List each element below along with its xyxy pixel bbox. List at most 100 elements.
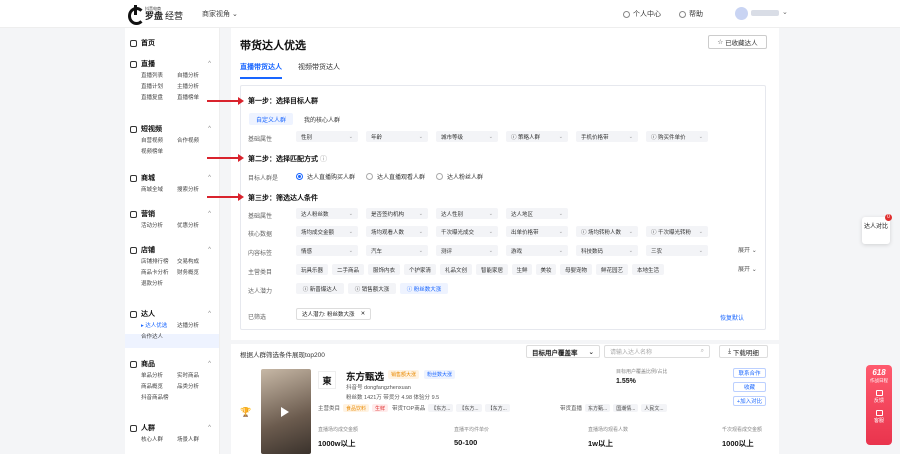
sidebar-item[interactable]: 财务概览 xyxy=(177,269,221,277)
avatar[interactable] xyxy=(735,7,748,20)
sidebar-group-home[interactable]: 首页 xyxy=(125,37,220,49)
sidebar-item[interactable]: 场景人群 xyxy=(177,436,221,444)
tab-live-talent[interactable]: 直播带货达人 xyxy=(240,62,282,79)
category-tag[interactable]: 礼品文创 xyxy=(440,264,472,275)
sidebar-item[interactable]: 实时商品 xyxy=(177,372,221,380)
favorites-button[interactable]: ☆ 已收藏达人 xyxy=(708,35,767,49)
sidebar-item[interactable]: 直播列表 xyxy=(141,72,177,80)
sidebar-item[interactable]: 自播分析 xyxy=(177,72,221,80)
sort-select[interactable]: 目标用户覆盖率 ⌄ xyxy=(526,345,600,358)
subtab-core-crowd[interactable]: 我的核心人群 xyxy=(297,113,347,125)
view-selector[interactable]: 商家视角 ⌄ xyxy=(202,9,238,19)
filter-select[interactable]: 出单价格带 ⌄ xyxy=(506,226,568,237)
sidebar-group-header[interactable]: 店铺 ^ xyxy=(125,244,220,256)
category-tag[interactable]: 玩具乐器 xyxy=(296,264,328,275)
category-tag[interactable]: 二手商品 xyxy=(332,264,364,275)
filter-select[interactable]: 场均成交金额 ⌄ xyxy=(296,226,358,237)
category-tag[interactable]: 智能家居 xyxy=(476,264,508,275)
contact-button[interactable]: 联系合作 xyxy=(733,368,766,378)
reset-button[interactable]: 恢复默认 xyxy=(720,313,744,322)
tab-video-talent[interactable]: 视频带货达人 xyxy=(298,62,340,79)
sidebar-group-header[interactable]: 商品 ^ xyxy=(125,358,220,370)
expand-toggle[interactable]: 展开 ⌄ xyxy=(738,245,757,254)
sidebar-item[interactable]: 优惠分析 xyxy=(177,222,221,230)
filter-select[interactable]: 年龄 ⌄ xyxy=(366,131,428,142)
sidebar-item[interactable]: 直播复盘 xyxy=(141,94,177,102)
sidebar-item[interactable]: 品类分析 xyxy=(177,383,221,391)
potential-tag[interactable]: ⓘ 新晋爆达人 xyxy=(296,283,344,294)
sidebar-item[interactable]: 核心人群 xyxy=(141,436,177,444)
category-tag[interactable]: 生鲜 xyxy=(512,264,532,275)
live-tag[interactable]: 人民文... xyxy=(641,404,667,412)
sidebar-item[interactable]: 达播分析 xyxy=(177,322,221,330)
personal-center-link[interactable]: 个人中心 xyxy=(623,9,661,19)
radio-watch-crowd[interactable]: 达人直播观看人群 xyxy=(366,172,425,181)
sidebar-group-header[interactable]: 商城 ^ xyxy=(125,172,220,184)
filter-select[interactable]: ⓘ 购买件单价 ⌄ xyxy=(646,131,708,142)
sidebar-item[interactable]: 商城全域 xyxy=(141,186,177,194)
live-tag[interactable]: 东方甄... xyxy=(585,404,611,412)
sidebar-item[interactable]: 商品概览 xyxy=(141,383,177,391)
top-product[interactable]: 【东方... xyxy=(428,404,454,412)
sidebar-group-header[interactable]: 达人 ^ xyxy=(125,308,220,320)
talent-name[interactable]: 东方甄选 xyxy=(346,369,384,383)
sidebar-group-header[interactable]: 营销 ^ xyxy=(125,208,220,220)
filter-select[interactable]: 游戏 ⌄ xyxy=(506,245,568,256)
filter-select[interactable]: 达人地区 ⌄ xyxy=(506,208,568,219)
filter-select[interactable]: 城市等级 ⌄ xyxy=(436,131,498,142)
help-link[interactable]: 帮助 xyxy=(679,9,703,19)
sidebar-item[interactable]: 搜索分析 xyxy=(177,186,221,194)
sidebar-group-header[interactable]: 人群 ^ xyxy=(125,422,220,434)
sidebar-item[interactable]: 抖音商品榜 xyxy=(141,394,177,402)
sidebar-item[interactable]: 自营视频 xyxy=(141,137,177,145)
talent-search-input[interactable]: 请输入达人名称 ⌕ xyxy=(604,345,710,358)
filter-select[interactable]: 三农 ⌄ xyxy=(646,245,708,256)
filter-select[interactable]: 达人性别 ⌄ xyxy=(436,208,498,219)
feedback-button[interactable]: 反馈 xyxy=(866,390,892,404)
sidebar-item[interactable]: 店铺排行榜 xyxy=(141,258,177,266)
category-tag[interactable]: 服饰内衣 xyxy=(368,264,400,275)
filter-select[interactable]: 是否签约机构 ⌄ xyxy=(366,208,428,219)
live-tag[interactable]: 国潮情... xyxy=(613,404,639,412)
close-icon[interactable]: ✕ xyxy=(361,311,366,317)
sidebar-item[interactable]: 活动分析 xyxy=(141,222,177,230)
download-button[interactable]: ⤓ 下载明细 xyxy=(719,345,768,358)
filter-select[interactable]: 达人粉丝数 ⌄ xyxy=(296,208,358,219)
radio-fans-crowd[interactable]: 达人粉丝人群 xyxy=(436,172,483,181)
service-button[interactable]: 客服 xyxy=(866,410,892,424)
app-logo[interactable]: 抖音电商 罗盘 经营 xyxy=(128,5,183,25)
category-tag[interactable]: 美妆 xyxy=(536,264,556,275)
filter-select[interactable]: ⓘ 场均转粉人数 ⌄ xyxy=(576,226,638,237)
sidebar-group-header[interactable]: 短视频 ^ xyxy=(125,123,220,135)
filter-select[interactable]: 汽车 ⌄ xyxy=(366,245,428,256)
favorite-button[interactable]: 收藏 xyxy=(733,382,766,392)
sidebar-item[interactable]: 合作视频 xyxy=(177,137,221,145)
top-product[interactable]: 【东方... xyxy=(456,404,482,412)
top-product[interactable]: 【东方... xyxy=(484,404,510,412)
sidebar-item[interactable]: 视频榜单 xyxy=(141,148,177,156)
filter-select[interactable]: 情感 ⌄ xyxy=(296,245,358,256)
filter-select[interactable]: 科技数码 ⌄ xyxy=(576,245,638,256)
compare-float-button[interactable]: 0 达人对比 xyxy=(862,214,892,244)
sidebar-item[interactable]: 交易构成 xyxy=(177,258,221,266)
expand-toggle[interactable]: 展开 ⌄ xyxy=(738,264,757,273)
chevron-down-icon[interactable]: ⌄ xyxy=(782,8,788,16)
live-video-thumbnail[interactable] xyxy=(261,369,311,454)
category-tag[interactable]: 个护家清 xyxy=(404,264,436,275)
sidebar-item-active[interactable]: ▸ 达人优选 xyxy=(141,322,177,330)
sidebar-item[interactable]: 直播计划 xyxy=(141,83,177,91)
sidebar-item[interactable]: 主播分析 xyxy=(177,83,221,91)
filter-select[interactable]: ⓘ 策略人群 ⌄ xyxy=(506,131,568,142)
filter-select[interactable]: ⓘ 千次曝光转粉 ⌄ xyxy=(646,226,708,237)
filter-select[interactable]: 场均观看人数 ⌄ xyxy=(366,226,428,237)
add-compare-button[interactable]: +加入对比 xyxy=(733,396,766,406)
sidebar-item[interactable]: 合作达人 xyxy=(141,333,177,341)
category-tag[interactable]: 鲜花园艺 xyxy=(596,264,628,275)
promo-float-panel[interactable]: 618 作战日程 反馈 客服 xyxy=(866,365,892,445)
sidebar-item[interactable]: 单品分析 xyxy=(141,372,177,380)
radio-purchase-crowd[interactable]: 达人直播购买人群 xyxy=(296,172,355,181)
filter-select[interactable]: 性别 ⌄ xyxy=(296,131,358,142)
sidebar-item[interactable]: 商品卡分析 xyxy=(141,269,177,277)
filter-select[interactable]: 手机价格带 ⌄ xyxy=(576,131,638,142)
sidebar-item[interactable]: 退款分析 xyxy=(141,280,177,288)
